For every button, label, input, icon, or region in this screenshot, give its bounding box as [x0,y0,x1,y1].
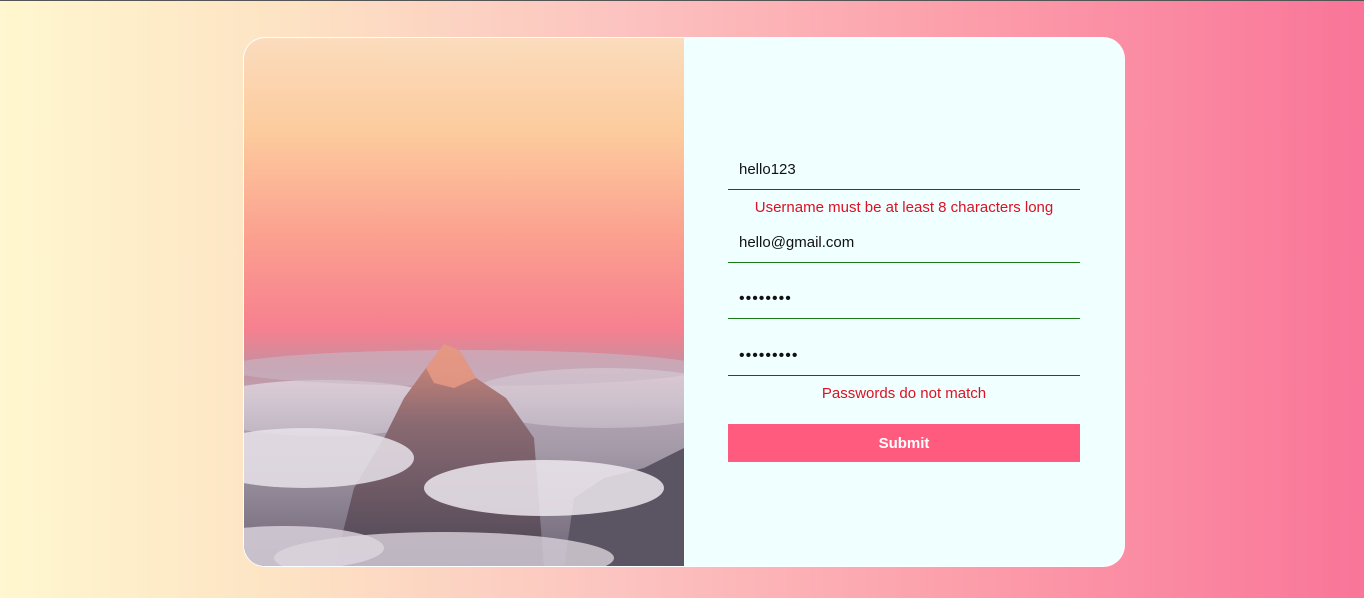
confirm-password-error: Passwords do not match [821,385,987,402]
username-field [728,150,1080,190]
signup-card: Username must be at least 8 characters l… [243,37,1125,567]
submit-button[interactable]: Submit [728,424,1080,462]
mountain-illustration [244,344,684,566]
email-input[interactable] [728,223,1080,262]
username-error: Username must be at least 8 characters l… [754,199,1054,216]
confirm-password-field [728,336,1080,376]
password-input[interactable] [728,279,1080,318]
email-field [728,223,1080,263]
confirm-password-input[interactable] [728,336,1080,375]
username-input[interactable] [728,150,1080,189]
form-panel: Username must be at least 8 characters l… [684,38,1124,566]
password-field [728,279,1080,319]
mountain-image [244,38,684,566]
